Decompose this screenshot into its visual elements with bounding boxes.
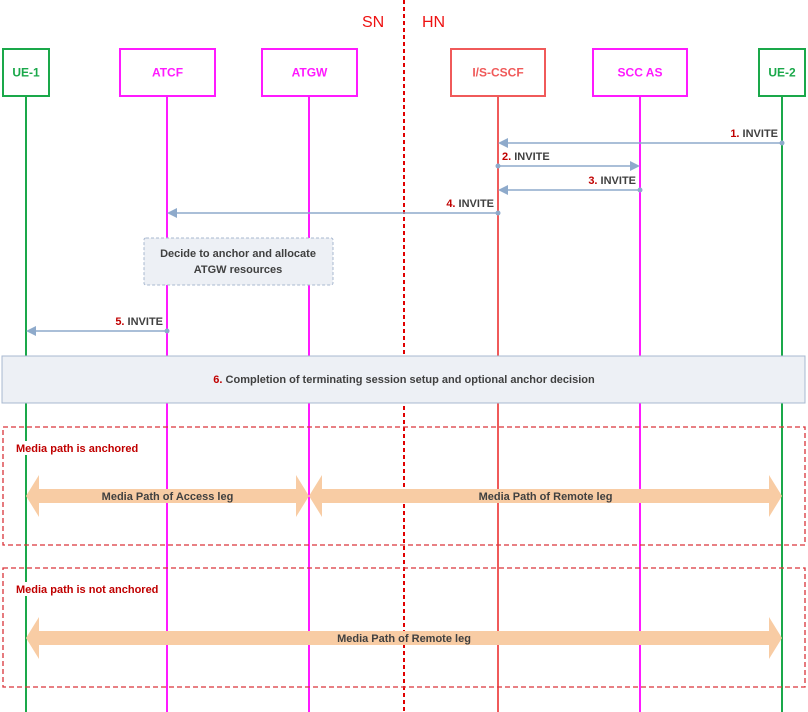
entity-ue2: UE-2 [758, 48, 806, 97]
group-title: Media path is not anchored [16, 584, 158, 596]
message-label: INVITE [514, 151, 549, 163]
message-2: 2. INVITE [495, 151, 640, 171]
domain-label-sn: SN [362, 14, 384, 31]
note-anchor-decision: Decide to anchor and allocate ATGW resou… [143, 237, 334, 286]
message-number: 5. [115, 316, 127, 328]
entity-sccas: SCC AS [592, 48, 688, 97]
entity-atcf: ATCF [119, 48, 216, 97]
entity-ue1: UE-1 [2, 48, 50, 97]
message-5: 5. INVITE [26, 316, 170, 336]
arrowhead-icon [167, 208, 177, 218]
media-path-label: Media Path of Remote leg [337, 633, 471, 645]
arrowhead-icon [26, 326, 36, 336]
svg-text:3. INVITE: 3. INVITE [588, 175, 636, 187]
message-number: 4. [446, 198, 458, 210]
media-path-label: Media Path of Access leg [102, 491, 234, 503]
message-4: 4. INVITE [167, 198, 501, 218]
svg-text:6. Completion of termina: 6. Completion of terminating session set… [213, 374, 595, 386]
message-label: INVITE [459, 198, 494, 210]
media-path-label: Media Path of Remote leg [479, 491, 613, 503]
entity-label: UE-1 [12, 66, 40, 80]
message-number: 2. [502, 151, 514, 163]
message-1: 1. INVITE [498, 128, 785, 148]
message-label: INVITE [601, 175, 636, 187]
message-3: 3. INVITE [498, 175, 643, 195]
group-title: Media path is anchored [16, 443, 138, 455]
svg-text:5. INVITE: 5. INVITE [115, 316, 163, 328]
entity-atgw: ATGW [261, 48, 358, 97]
step6-label: Completion of terminating session setup … [226, 374, 595, 386]
messages: 1. INVITE2. INVITE3. INVITE4. INVITE5. I… [26, 128, 785, 336]
entity-label: I/S-CSCF [472, 66, 523, 80]
arrowhead-icon [630, 161, 640, 171]
message-label: INVITE [128, 316, 163, 328]
entity-cscf: I/S-CSCF [450, 48, 546, 97]
entity-label: UE-2 [768, 66, 796, 80]
entity-label: ATGW [292, 66, 328, 80]
note-line-1: Decide to anchor and allocate [160, 248, 316, 260]
message-number: 1. [730, 128, 742, 140]
arrowhead-icon [498, 185, 508, 195]
step6-number: 6. [213, 374, 222, 386]
svg-text:1. INVITE: 1. INVITE [730, 128, 778, 140]
domain-label-hn: HN [422, 14, 445, 31]
svg-text:4. INVITE: 4. INVITE [446, 198, 494, 210]
entity-label: ATCF [152, 66, 183, 80]
step6-box: 6. Completion of terminating session set… [1, 355, 806, 404]
sequence-diagram: SN HN UE-1 ATCF ATGW I/S-CSCF SCC AS UE-2 1. … [1, 0, 806, 712]
arrowhead-icon [498, 138, 508, 148]
svg-text:2. INVITE: 2. INVITE [502, 151, 550, 163]
message-number: 3. [588, 175, 600, 187]
note-line-2: ATGW resources [194, 264, 282, 276]
entity-label: SCC AS [618, 66, 663, 80]
media-group-2: Media path is not anchored Media Path of … [2, 567, 806, 688]
message-label: INVITE [743, 128, 778, 140]
